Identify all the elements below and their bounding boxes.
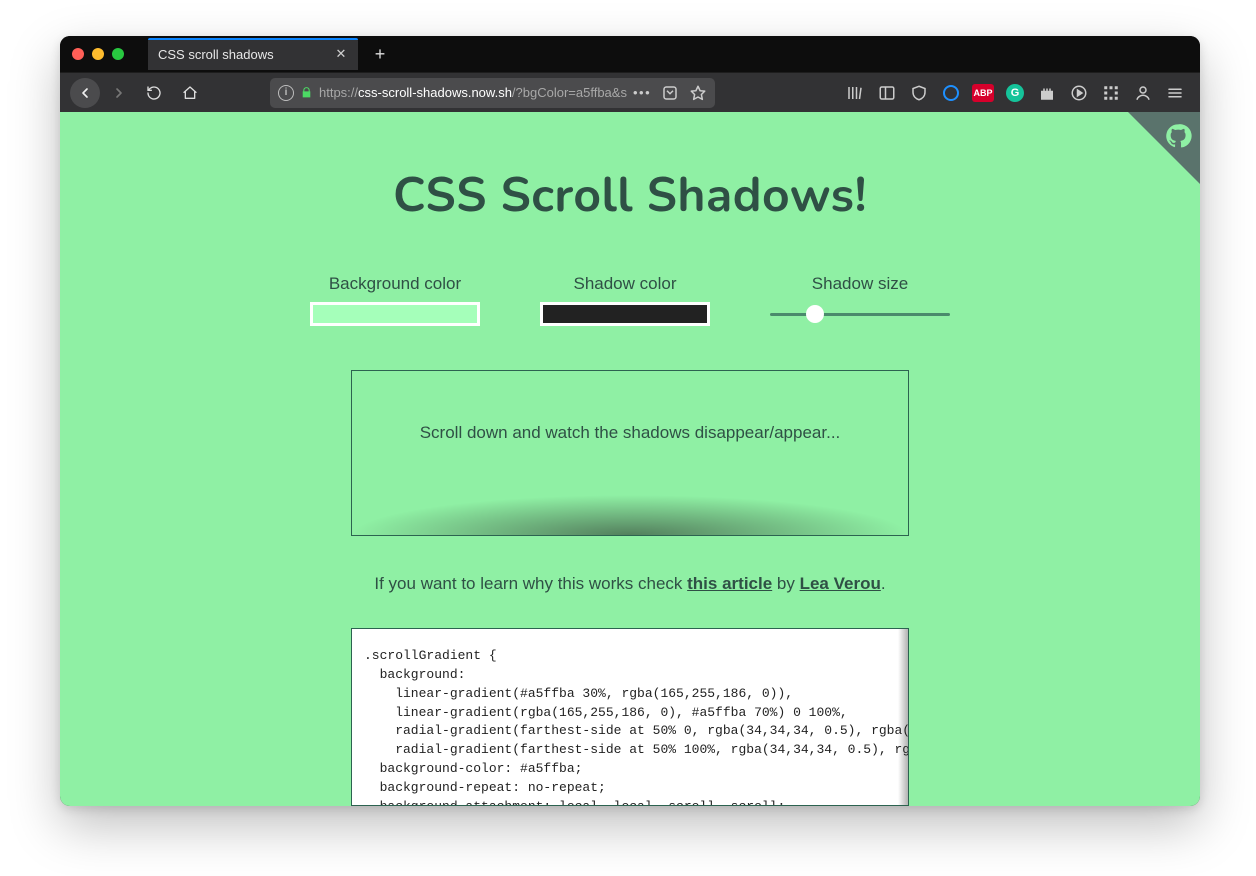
castle-icon[interactable] xyxy=(1036,82,1058,104)
window-controls xyxy=(72,48,124,60)
maximize-window-button[interactable] xyxy=(112,48,124,60)
tab-bar: CSS scroll shadows ✕ + xyxy=(60,36,1200,72)
close-window-button[interactable] xyxy=(72,48,84,60)
shadow-color-input[interactable] xyxy=(540,302,710,326)
shield-icon[interactable] xyxy=(908,82,930,104)
bg-color-control: Background color xyxy=(310,274,480,326)
adblock-plus-icon[interactable]: ABP xyxy=(972,82,994,104)
author-link[interactable]: Lea Verou xyxy=(800,574,881,593)
tab-title: CSS scroll shadows xyxy=(158,47,324,62)
slider-thumb[interactable] xyxy=(806,305,824,323)
lock-icon xyxy=(300,86,313,99)
blue-ring-icon[interactable] xyxy=(940,82,962,104)
scroll-demo-box[interactable]: Scroll down and watch the shadows disapp… xyxy=(351,370,909,536)
explanation-text: If you want to learn why this works chec… xyxy=(374,574,885,594)
demo-bottom-shadow xyxy=(352,495,908,535)
generated-css-code[interactable]: .scrollGradient { background: linear-gra… xyxy=(351,628,909,806)
back-button[interactable] xyxy=(70,78,100,108)
url-text: https://css-scroll-shadows.now.sh/?bgCol… xyxy=(319,85,627,100)
article-link[interactable]: this article xyxy=(687,574,772,593)
page-title: CSS Scroll Shadows! xyxy=(393,162,867,228)
hamburger-menu-icon[interactable] xyxy=(1164,82,1186,104)
qr-grid-icon[interactable] xyxy=(1100,82,1122,104)
library-icon[interactable] xyxy=(844,82,866,104)
active-tab[interactable]: CSS scroll shadows ✕ xyxy=(148,38,358,70)
github-icon xyxy=(1164,122,1192,150)
nav-toolbar: i https://css-scroll-shadows.now.sh/?bgC… xyxy=(60,72,1200,112)
shadow-size-slider[interactable] xyxy=(770,302,950,326)
controls-row: Background color Shadow color Shadow siz… xyxy=(310,274,950,326)
shadow-size-control: Shadow size xyxy=(770,274,950,326)
forward-button[interactable] xyxy=(104,78,134,108)
minimize-window-button[interactable] xyxy=(92,48,104,60)
address-bar[interactable]: i https://css-scroll-shadows.now.sh/?bgC… xyxy=(270,78,715,108)
page-viewport: CSS Scroll Shadows! Background color Sha… xyxy=(60,112,1200,806)
browser-window: CSS scroll shadows ✕ + i https://css-scr… xyxy=(60,36,1200,806)
reader-view-icon[interactable] xyxy=(661,84,679,102)
shadow-size-label: Shadow size xyxy=(812,274,908,294)
account-icon[interactable] xyxy=(1132,82,1154,104)
shadow-color-label: Shadow color xyxy=(573,274,676,294)
reload-button[interactable] xyxy=(138,77,170,109)
new-tab-button[interactable]: + xyxy=(368,42,392,66)
slider-track xyxy=(770,313,950,316)
bg-color-label: Background color xyxy=(329,274,461,294)
close-tab-button[interactable]: ✕ xyxy=(334,46,348,62)
sidebar-icon[interactable] xyxy=(876,82,898,104)
shadow-color-control: Shadow color xyxy=(540,274,710,326)
home-button[interactable] xyxy=(174,77,206,109)
site-info-icon[interactable]: i xyxy=(278,85,294,101)
extensions-area: ABP G xyxy=(844,82,1190,104)
page-action-dots-icon[interactable]: ••• xyxy=(633,85,651,100)
circle-play-icon[interactable] xyxy=(1068,82,1090,104)
demo-instruction-text: Scroll down and watch the shadows disapp… xyxy=(352,423,908,443)
grammarly-icon[interactable]: G xyxy=(1004,82,1026,104)
bookmark-star-icon[interactable] xyxy=(689,84,707,102)
bg-color-input[interactable] xyxy=(310,302,480,326)
